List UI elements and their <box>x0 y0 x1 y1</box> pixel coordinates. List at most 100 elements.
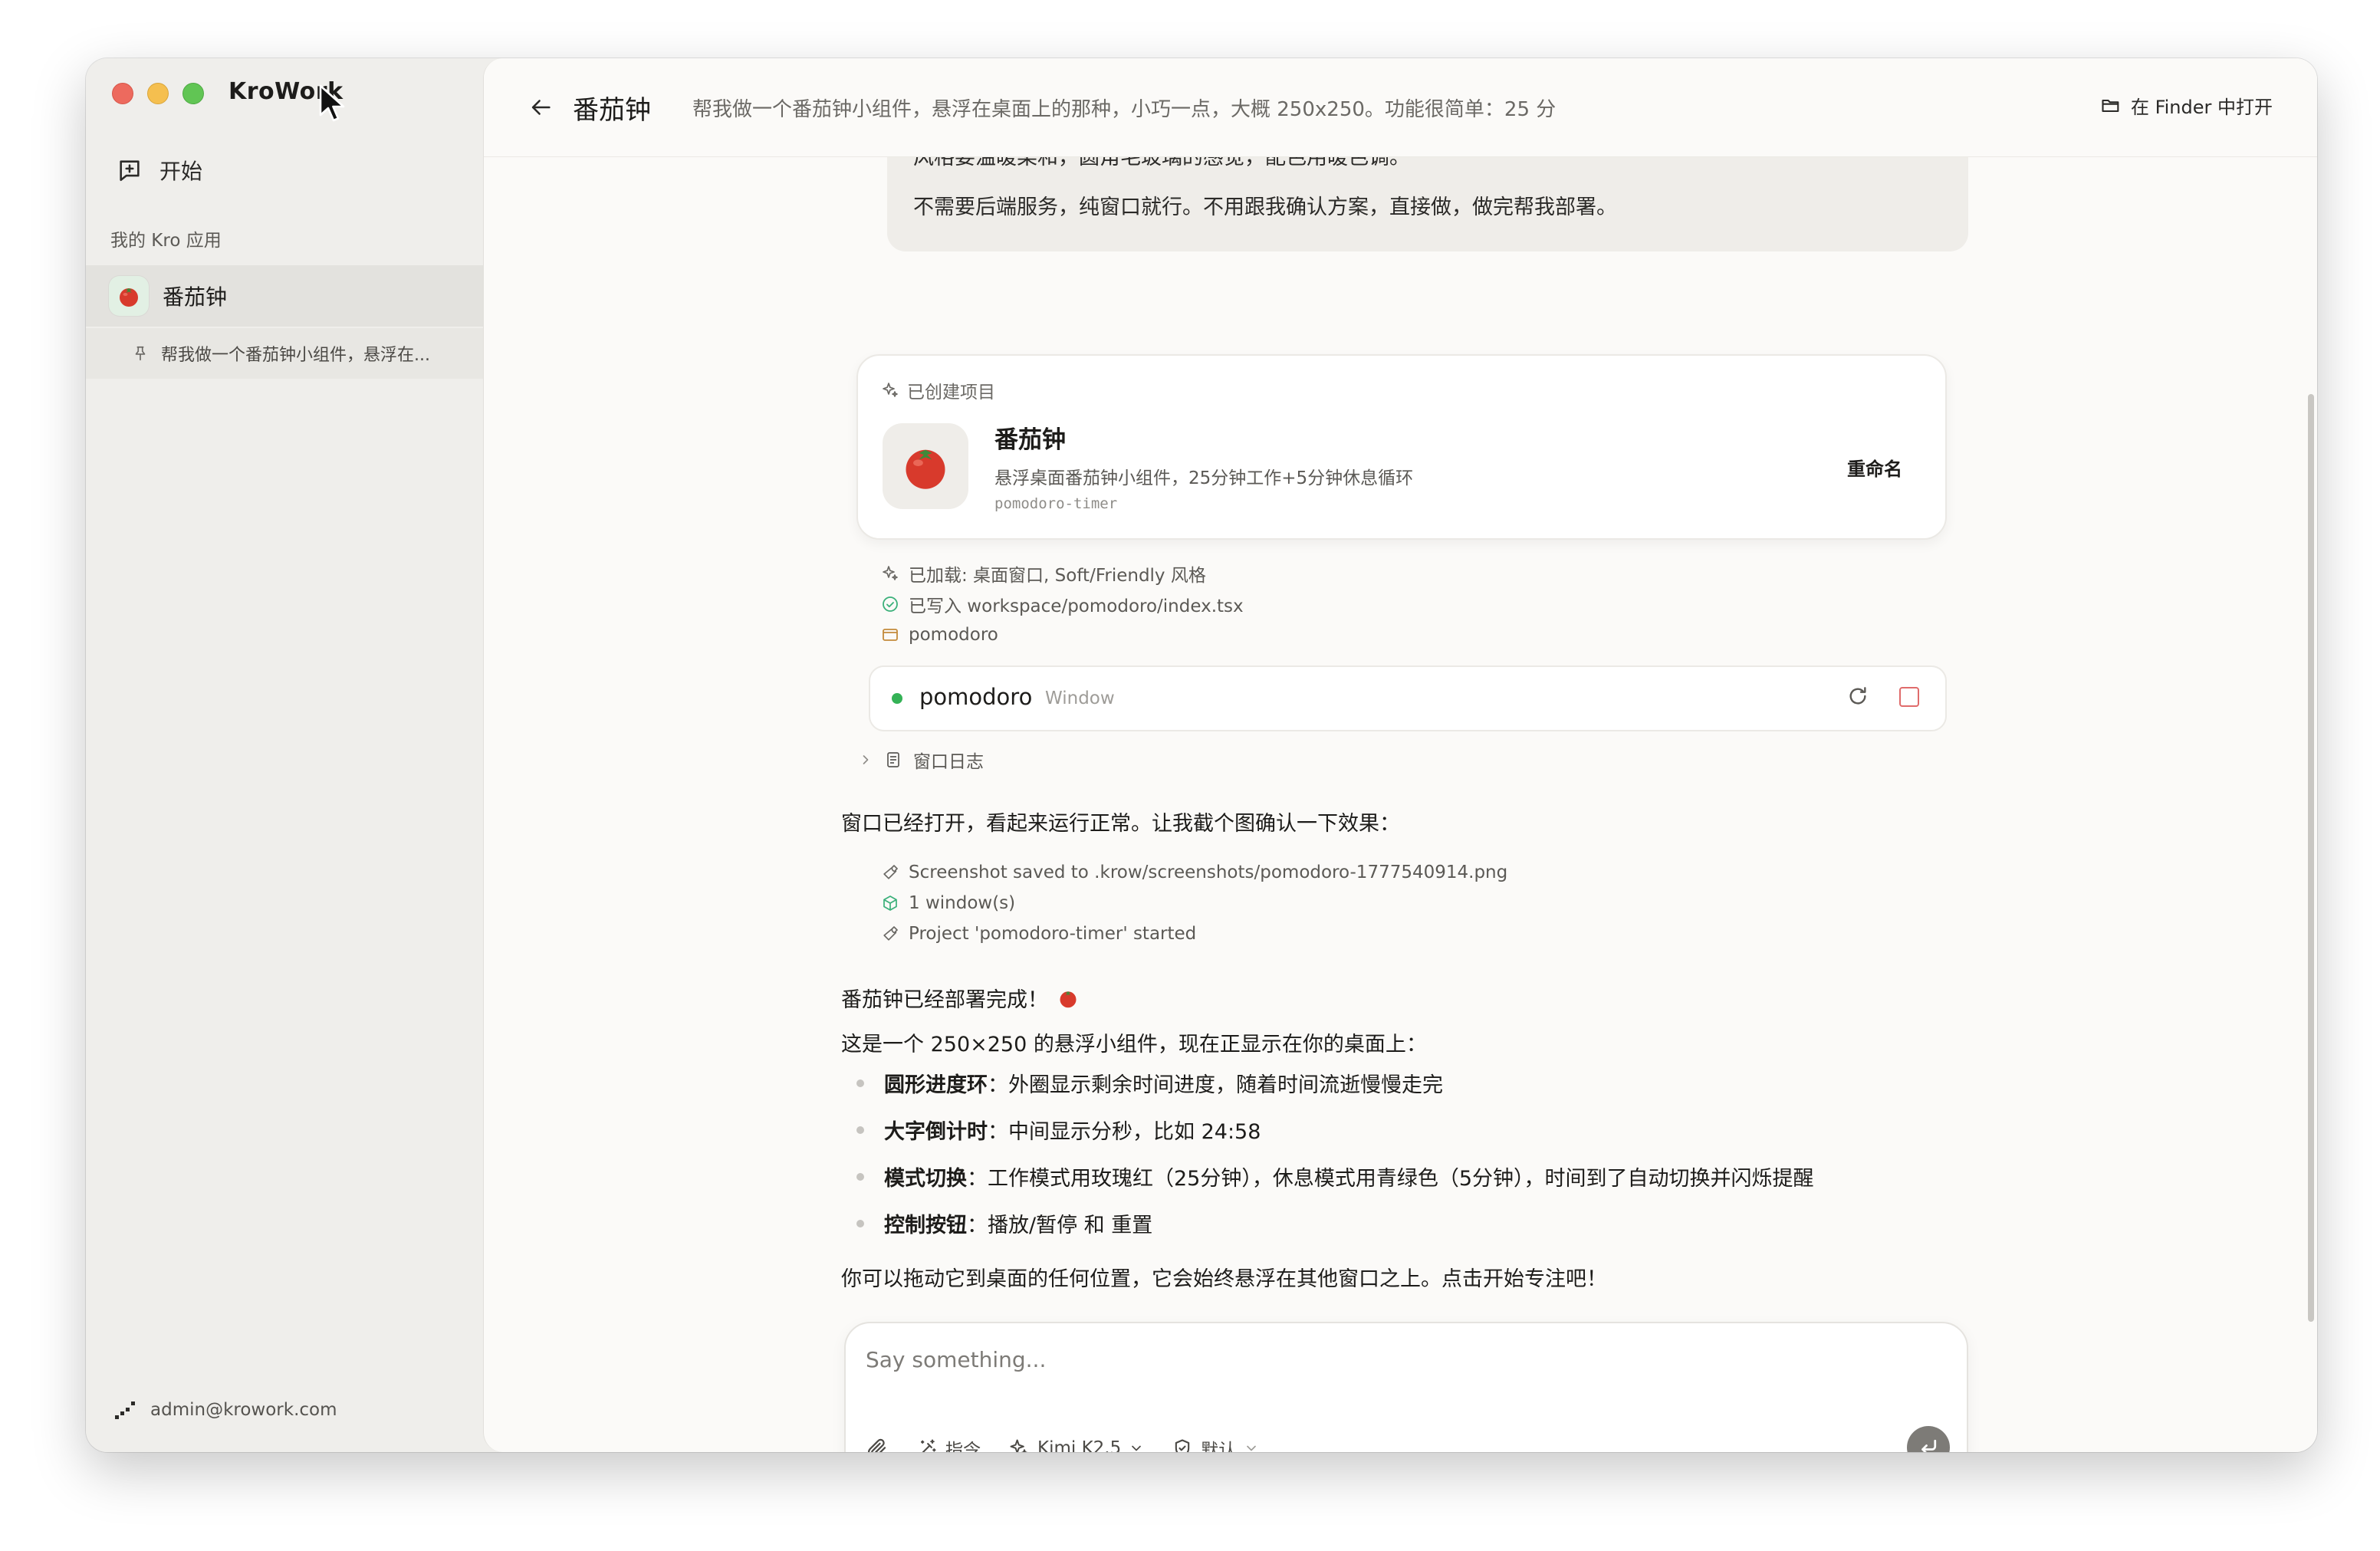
chat-scroll-area[interactable]: 风格要温暖柔和，圆角毛玻璃的感觉，配色用暖色调。 不需要后端服务，纯窗口就行。不… <box>484 141 2317 1452</box>
tomato-icon <box>1060 991 1077 1007</box>
close-window-button[interactable] <box>112 83 133 104</box>
command-label: 指令 <box>945 1441 981 1452</box>
feature-text: ：播放/暂停 和 重置 <box>967 1214 1153 1237</box>
stop-window-button[interactable] <box>1899 687 1919 707</box>
chevron-right-icon <box>863 755 869 764</box>
status-item-text: pomodoro <box>909 625 998 645</box>
mode-label: 默认 <box>1201 1441 1237 1452</box>
status-item: 已写入 workspace/pomodoro/index.tsx <box>881 589 1244 619</box>
page-subtitle: 帮我做一个番茄钟小组件，悬浮在桌面上的那种，小巧一点，大概 250x250。功能… <box>692 97 1557 121</box>
running-window-card: pomodoro Window <box>869 665 1947 731</box>
tomato-icon <box>109 276 149 316</box>
tool-call-text: 1 window(s) <box>909 893 1016 913</box>
feature-label: 大字倒计时 <box>884 1120 988 1144</box>
shield-check-icon <box>1175 1439 1190 1452</box>
assistant-message-screenshot: 窗口已经打开，看起来运行正常。让我截个图确认一下效果： <box>841 812 1400 836</box>
feature-item: 控制按钮 ：播放/暂停 和 重置 <box>856 1200 1814 1247</box>
model-selector[interactable]: Kimi K2.5 <box>1008 1438 1144 1452</box>
message-input[interactable] <box>864 1336 1941 1383</box>
composer-toolbar: 指令 Kimi K2.5 默认 <box>866 1432 1287 1452</box>
tomato-icon <box>883 423 968 509</box>
sidebar-app-item-pomodoro[interactable]: 番茄钟 <box>86 265 485 327</box>
my-apps-section-label: 我的 Kro 应用 <box>110 231 222 251</box>
rename-button[interactable]: 重命名 <box>1847 454 1902 481</box>
sparkle-icon <box>883 566 898 580</box>
attach-button[interactable] <box>866 1437 889 1452</box>
start-new-chat-button[interactable]: 开始 <box>117 147 202 193</box>
deployed-text: 番茄钟已经部署完成！ <box>841 988 1048 1012</box>
status-item: 已加载: 桌面窗口, Soft/Friendly 风格 <box>881 558 1244 589</box>
project-slug: pomodoro-timer <box>994 495 1118 512</box>
mode-selector[interactable]: 默认 <box>1172 1435 1259 1452</box>
sparkle-icon <box>883 383 898 397</box>
refresh-icon <box>1849 687 1866 705</box>
app-item-name: 番茄钟 <box>163 284 228 310</box>
assistant-message-description: 这是一个 250×250 的悬浮小组件，现在正显示在你的桌面上： <box>841 1033 1427 1056</box>
feature-item: 模式切换 ：工作模式用玫瑰红（25分钟），休息模式用青绿色（5分钟），时间到了自… <box>856 1153 1814 1200</box>
feature-text: ：中间显示分秒，比如 24:58 <box>988 1120 1261 1144</box>
refresh-window-button[interactable] <box>1846 684 1870 711</box>
message-composer: 指令 Kimi K2.5 <box>844 1322 1968 1452</box>
header-bar: 番茄钟 帮我做一个番茄钟小组件，悬浮在桌面上的那种，小巧一点，大概 250x25… <box>484 58 2317 157</box>
window-log-label: 窗口日志 <box>913 752 984 772</box>
project-created-card: 已创建项目 番茄钟 悬浮桌面番茄钟小组件，25分钟工作+5分钟休息循环 pomo… <box>856 354 1947 540</box>
log-icon <box>887 752 899 767</box>
magic-wand-icon <box>920 1439 936 1452</box>
user-email: admin@krowork.com <box>150 1400 337 1420</box>
session-item[interactable]: 帮我做一个番茄钟小组件，悬浮在... <box>86 328 485 379</box>
feature-label: 模式切换 <box>884 1167 967 1191</box>
status-item-text: 已写入 workspace/pomodoro/index.tsx <box>909 596 1244 616</box>
feature-item: 圆形进度环 ：外圈显示剩余时间进度，随着时间流逝慢慢走完 <box>856 1060 1814 1106</box>
session-item-text: 帮我做一个番茄钟小组件，悬浮在... <box>161 346 430 365</box>
chevron-down-icon <box>1247 1445 1257 1451</box>
mouse-cursor-icon <box>319 84 345 122</box>
user-message-cut-line: 风格要温暖柔和，圆角毛玻璃的感觉，配色用暖色调。 <box>913 156 1410 169</box>
feature-text: ：外圈显示剩余时间进度，随着时间流逝慢慢走完 <box>988 1073 1443 1097</box>
user-status-icon <box>115 1401 135 1419</box>
send-button[interactable] <box>1907 1426 1950 1452</box>
user-account-row[interactable]: admin@krowork.com <box>113 1398 337 1421</box>
project-name: 番茄钟 <box>994 426 1066 454</box>
window-log-toggle[interactable]: 窗口日志 <box>858 747 984 773</box>
open-in-finder-label: 在 Finder 中打开 <box>2130 97 2273 118</box>
status-item: pomodoro <box>881 619 1244 650</box>
user-message-bubble: 风格要温暖柔和，圆角毛玻璃的感觉，配色用暖色调。 不需要后端服务，纯窗口就行。不… <box>887 141 1968 251</box>
window-icon <box>883 629 898 641</box>
assistant-message-deployed: 番茄钟已经部署完成！ <box>841 983 1079 1013</box>
tool-call-item: Screenshot saved to .krow/screenshots/po… <box>881 857 1507 888</box>
feature-item: 大字倒计时 ：中间显示分秒，比如 24:58 <box>856 1106 1814 1153</box>
zoom-window-button[interactable] <box>182 83 204 104</box>
folder-open-icon <box>2102 99 2119 112</box>
paperclip-icon <box>867 1438 886 1452</box>
user-message-text: 不需要后端服务，纯窗口就行。不用跟我确认方案，直接做，做完帮我部署。 <box>913 196 1617 219</box>
tool-call-item: Project 'pomodoro-timer' started <box>881 918 1507 949</box>
command-button[interactable]: 指令 <box>916 1435 981 1452</box>
pin-icon <box>135 346 146 361</box>
feature-label: 圆形进度环 <box>884 1073 988 1097</box>
cube-icon <box>883 895 897 911</box>
scrollbar-thumb[interactable] <box>2308 394 2314 1322</box>
tool-call-text: Screenshot saved to .krow/screenshots/po… <box>909 863 1508 882</box>
project-created-label-text: 已创建项目 <box>907 383 995 403</box>
main-panel: 番茄钟 帮我做一个番茄钟小组件，悬浮在桌面上的那种，小巧一点，大概 250x25… <box>483 58 2317 1452</box>
tool-call-list: Screenshot saved to .krow/screenshots/po… <box>881 857 1507 949</box>
tool-call-text: Project 'pomodoro-timer' started <box>909 924 1197 944</box>
sparkle-icon <box>1010 1439 1028 1452</box>
sidebar: KroWork 开始 我的 Kro 应用 番茄钟 帮我做一个番茄钟小组件，悬浮在… <box>86 58 485 1452</box>
new-chat-icon <box>120 160 140 182</box>
status-item-text: 已加载: 桌面窗口, Soft/Friendly 风格 <box>909 566 1206 586</box>
bullet-dot <box>856 1125 864 1134</box>
enter-arrow-icon <box>1921 1439 1937 1452</box>
project-description: 悬浮桌面番茄钟小组件，25分钟工作+5分钟休息循环 <box>994 468 1414 488</box>
tool-call-item: 1 window(s) <box>881 888 1507 918</box>
arrow-left-icon <box>531 100 551 115</box>
minimize-window-button[interactable] <box>147 83 169 104</box>
back-button[interactable] <box>524 90 557 124</box>
assistant-message-closing: 你可以拖动它到桌面的任何位置，它会始终悬浮在其他窗口之上。点击开始专注吧！ <box>841 1267 1607 1291</box>
open-in-finder-button[interactable]: 在 Finder 中打开 <box>2100 92 2273 119</box>
check-circle-icon <box>883 596 898 612</box>
project-created-label: 已创建项目 <box>881 377 995 403</box>
feature-list: 圆形进度环 ：外圈显示剩余时间进度，随着时间流逝慢慢走完 大字倒计时 ：中间显示… <box>856 1060 1814 1247</box>
chevron-down-icon <box>1132 1445 1142 1451</box>
window-type: Window <box>1045 688 1115 708</box>
